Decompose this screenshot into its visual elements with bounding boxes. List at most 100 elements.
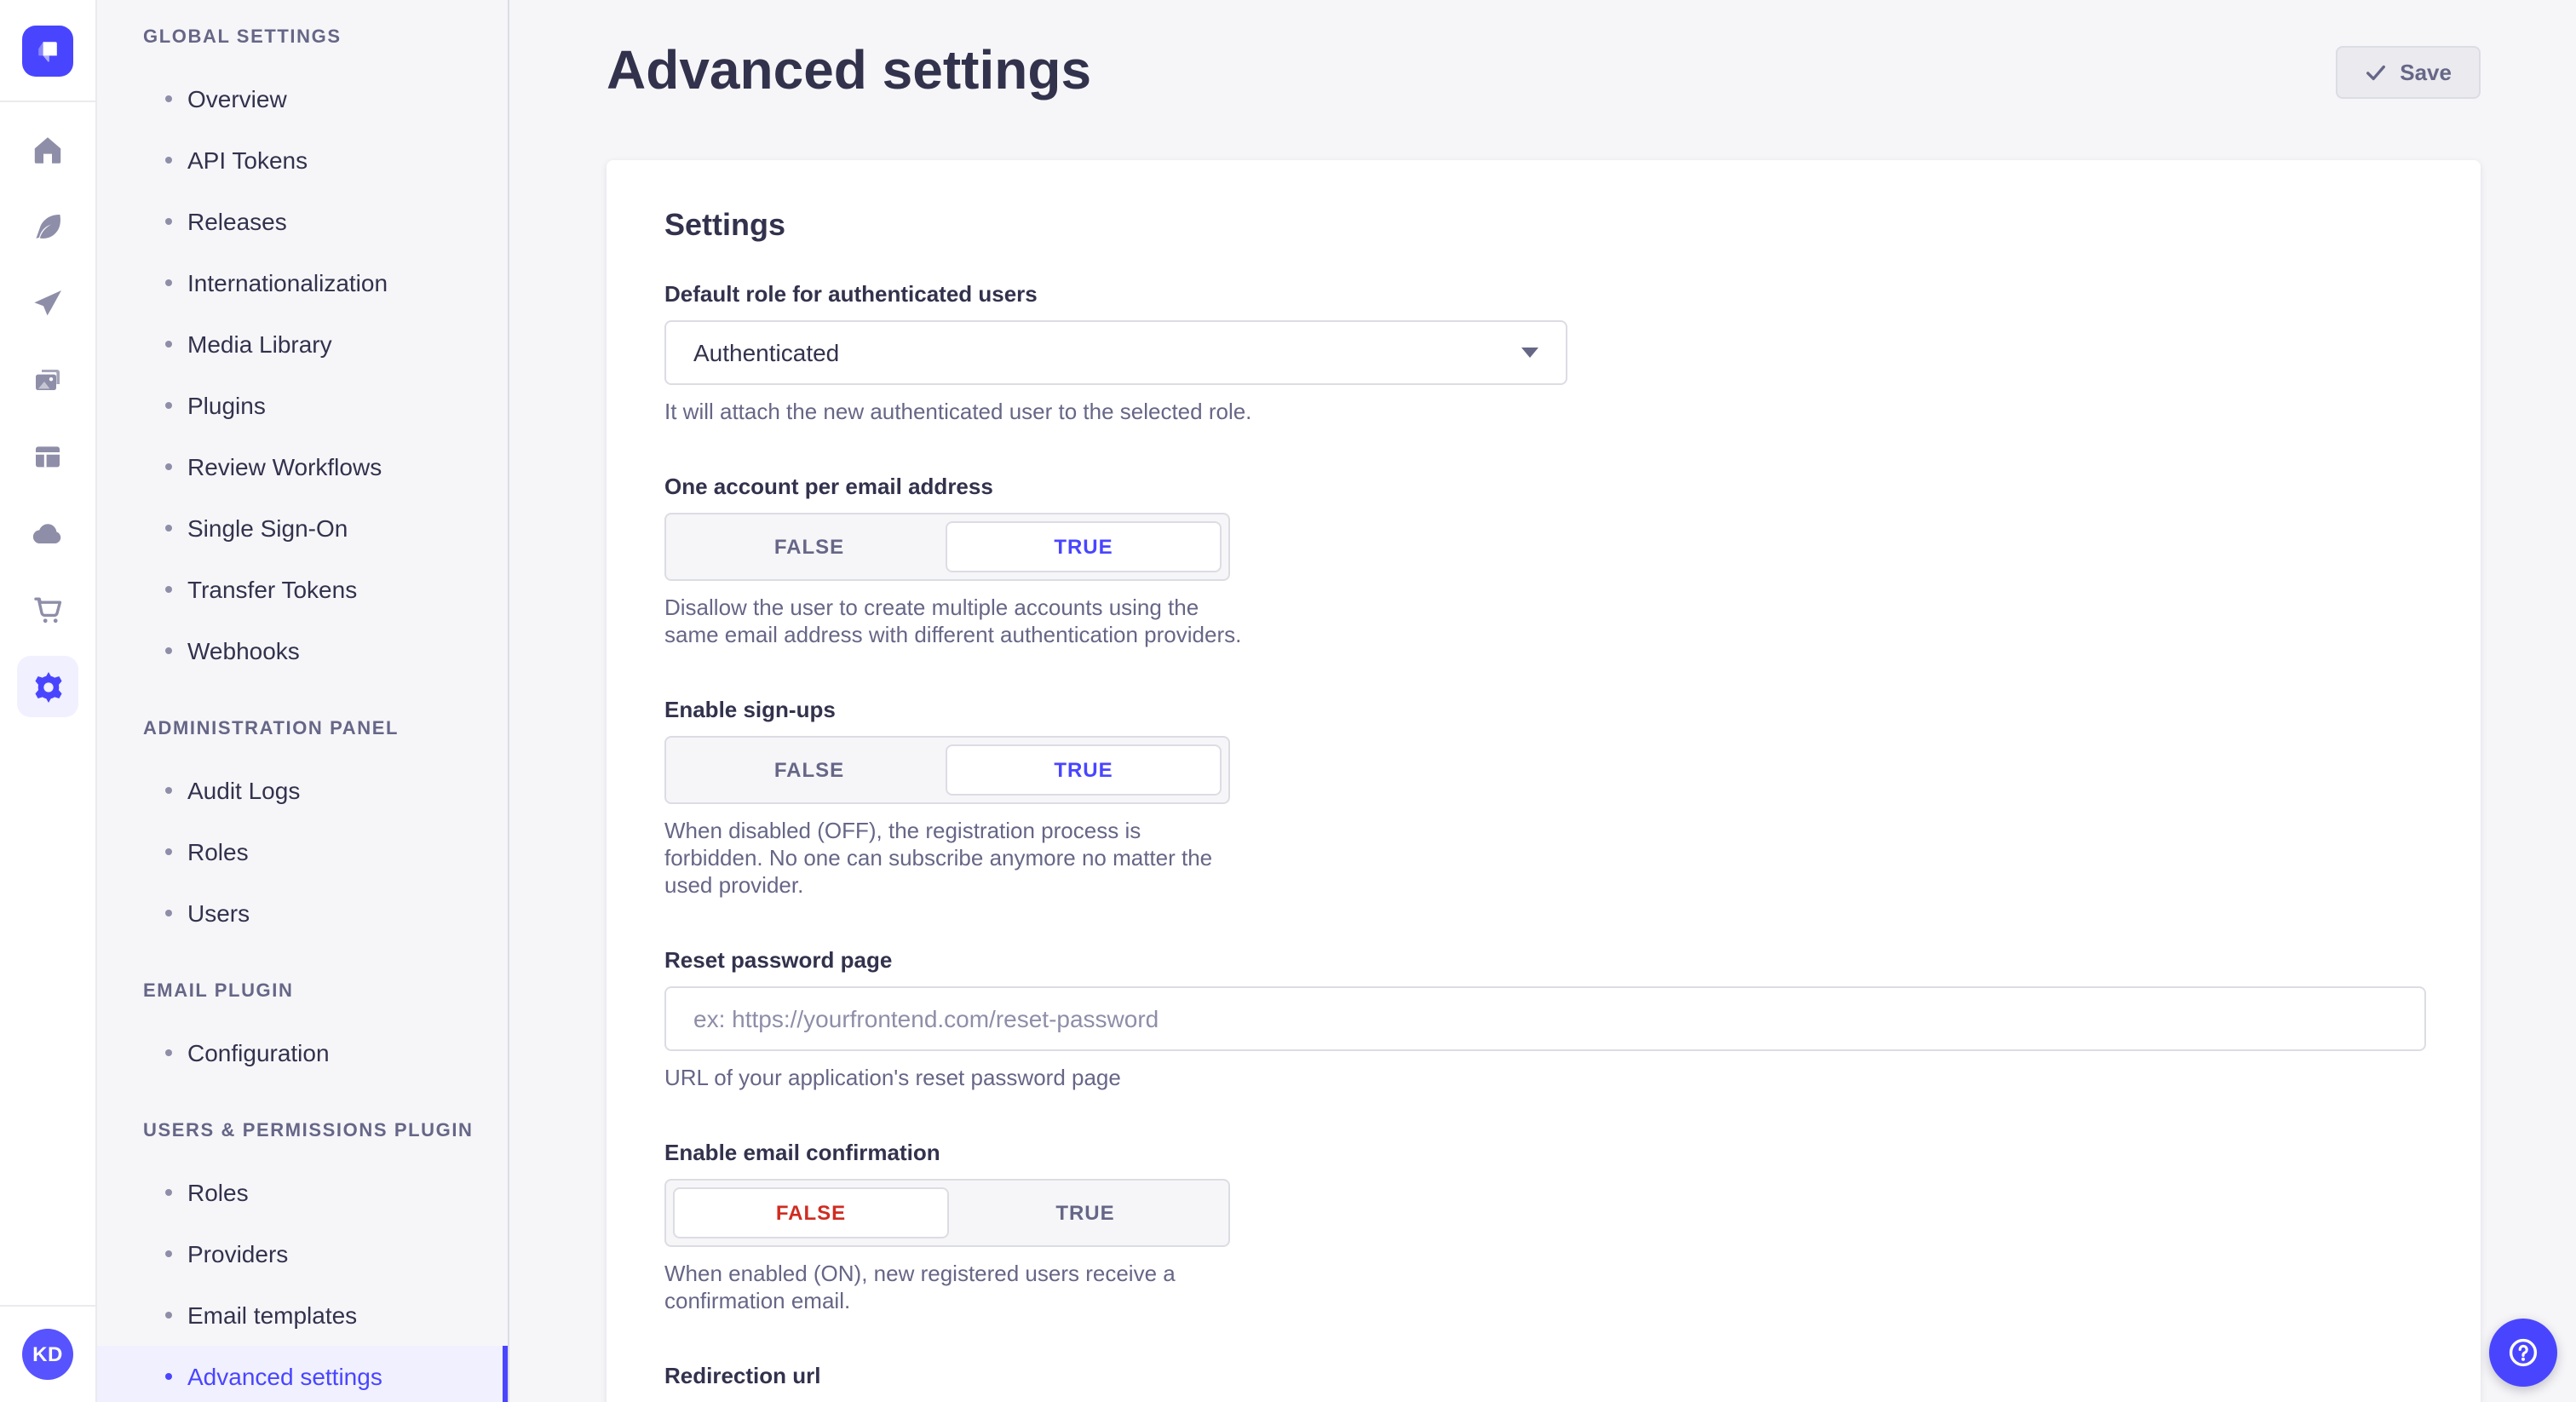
sidebar-section-global-settings: GLOBAL SETTINGS Overview API Tokens Rele… (97, 7, 508, 681)
sidebar-item-api-tokens[interactable]: API Tokens (97, 129, 508, 191)
bullet-icon (165, 157, 172, 164)
strapi-logo-icon (32, 35, 63, 66)
sidebar-item-internationalization[interactable]: Internationalization (97, 252, 508, 313)
sidebar-item-transfer-tokens[interactable]: Transfer Tokens (97, 559, 508, 620)
enable-signups-true-button[interactable]: TRUE (946, 744, 1222, 796)
sidebar-item-webhooks[interactable]: Webhooks (97, 620, 508, 681)
sidebar-item-label: Plugins (187, 392, 266, 419)
bullet-icon (165, 525, 172, 531)
rail-item-marketplace[interactable] (17, 579, 78, 641)
sidebar-item-label: Media Library (187, 330, 332, 358)
reset-password-input[interactable] (664, 986, 2426, 1051)
sidebar-item-label: Overview (187, 85, 287, 112)
reset-password-hint: URL of your application's reset password… (664, 1065, 2424, 1092)
sidebar-item-label: Users (187, 899, 250, 927)
sidebar-section-email-plugin: EMAIL PLUGIN Configuration (97, 961, 508, 1083)
rail-item-cloud[interactable] (17, 503, 78, 564)
rail-item-media-library[interactable] (17, 349, 78, 411)
sidebar-item-review-workflows[interactable]: Review Workflows (97, 436, 508, 497)
sidebar-item-email-templates[interactable]: Email templates (97, 1284, 508, 1346)
one-account-hint: Disallow the user to create multiple acc… (664, 595, 1244, 649)
bullet-icon (165, 402, 172, 409)
bullet-icon (165, 218, 172, 225)
field-reset-password: Reset password page URL of your applicat… (664, 947, 2424, 1092)
sidebar-item-label: Roles (187, 838, 249, 865)
one-account-true-button[interactable]: TRUE (946, 521, 1222, 572)
sidebar-item-plugins[interactable]: Plugins (97, 375, 508, 436)
shopping-cart-icon (31, 593, 65, 627)
field-redirection-url: Redirection url (664, 1363, 2424, 1402)
settings-sidebar: GLOBAL SETTINGS Overview API Tokens Rele… (97, 0, 509, 1402)
sidebar-item-single-sign-on[interactable]: Single Sign-On (97, 497, 508, 559)
layout-icon (31, 440, 65, 474)
save-button[interactable]: Save (2335, 46, 2481, 99)
gear-icon (30, 669, 66, 704)
field-one-account: One account per email address FALSE TRUE… (664, 474, 2424, 649)
sidebar-section-header: ADMINISTRATION PANEL (97, 698, 508, 760)
main-content: Advanced settings Save Settings Default … (509, 0, 2576, 1402)
sidebar-item-providers[interactable]: Providers (97, 1223, 508, 1284)
sidebar-item-advanced-settings[interactable]: Advanced settings (97, 1346, 508, 1402)
bullet-icon (165, 586, 172, 593)
rail-icons (0, 102, 95, 717)
rail-item-deploy[interactable] (17, 273, 78, 334)
email-confirmation-false-button[interactable]: FALSE (673, 1187, 949, 1238)
sidebar-item-label: Providers (187, 1240, 288, 1267)
rail-item-content-type-builder[interactable] (17, 196, 78, 257)
sidebar-item-users[interactable]: Users (97, 882, 508, 944)
email-confirmation-hint: When enabled (ON), new registered users … (664, 1261, 1244, 1315)
enable-signups-false-button[interactable]: FALSE (673, 744, 946, 796)
sidebar-item-up-roles[interactable]: Roles (97, 1162, 508, 1223)
sidebar-item-label: Releases (187, 208, 287, 235)
sidebar-item-label: Single Sign-On (187, 514, 348, 542)
rail-item-home[interactable] (17, 119, 78, 181)
rail-item-content-manager[interactable] (17, 426, 78, 487)
rail-item-settings[interactable] (17, 656, 78, 717)
sidebar-item-label: Webhooks (187, 637, 300, 664)
sidebar-item-label: Transfer Tokens (187, 576, 357, 603)
sidebar-item-label: Internationalization (187, 269, 388, 296)
email-confirmation-toggle: FALSE TRUE (664, 1179, 1230, 1247)
feather-icon (31, 210, 65, 244)
default-role-value: Authenticated (693, 339, 839, 366)
default-role-hint: It will attach the new authenticated use… (664, 399, 2424, 426)
bullet-icon (165, 341, 172, 348)
sidebar-section-administration-panel: ADMINISTRATION PANEL Audit Logs Roles Us… (97, 698, 508, 944)
sidebar-item-media-library[interactable]: Media Library (97, 313, 508, 375)
bullet-icon (165, 910, 172, 916)
sidebar-item-admin-roles[interactable]: Roles (97, 821, 508, 882)
default-role-select[interactable]: Authenticated (664, 320, 1567, 385)
sidebar-item-label: Review Workflows (187, 453, 382, 480)
bullet-icon (165, 95, 172, 102)
rail-spacer (0, 717, 95, 1305)
one-account-false-button[interactable]: FALSE (673, 521, 946, 572)
page-title: Advanced settings (607, 37, 1091, 102)
app: KD GLOBAL SETTINGS Overview API Tokens R… (0, 0, 2576, 1402)
sidebar-item-label: Configuration (187, 1039, 330, 1066)
bullet-icon (165, 787, 172, 794)
bullet-icon (165, 1049, 172, 1056)
email-confirmation-label: Enable email confirmation (664, 1140, 2424, 1165)
bullet-icon (165, 647, 172, 654)
rail-bottom: KD (0, 1305, 95, 1402)
bullet-icon (165, 848, 172, 855)
sidebar-section-users-permissions-plugin: USERS & PERMISSIONS PLUGIN Roles Provide… (97, 1100, 508, 1402)
bullet-icon (165, 1250, 172, 1257)
page-header: Advanced settings Save (509, 0, 2576, 102)
strapi-logo[interactable] (22, 25, 73, 76)
field-default-role: Default role for authenticated users Aut… (664, 281, 2424, 426)
user-avatar[interactable]: KD (22, 1329, 73, 1380)
one-account-toggle: FALSE TRUE (664, 513, 1230, 581)
sidebar-item-audit-logs[interactable]: Audit Logs (97, 760, 508, 821)
reset-password-label: Reset password page (664, 947, 2424, 973)
bullet-icon (165, 279, 172, 286)
one-account-label: One account per email address (664, 474, 2424, 499)
sidebar-item-label: Audit Logs (187, 777, 300, 804)
bullet-icon (165, 463, 172, 470)
sidebar-item-releases[interactable]: Releases (97, 191, 508, 252)
sidebar-item-configuration[interactable]: Configuration (97, 1022, 508, 1083)
email-confirmation-true-button[interactable]: TRUE (949, 1187, 1222, 1238)
sidebar-item-overview[interactable]: Overview (97, 68, 508, 129)
help-button[interactable] (2489, 1319, 2557, 1387)
default-role-label: Default role for authenticated users (664, 281, 2424, 307)
